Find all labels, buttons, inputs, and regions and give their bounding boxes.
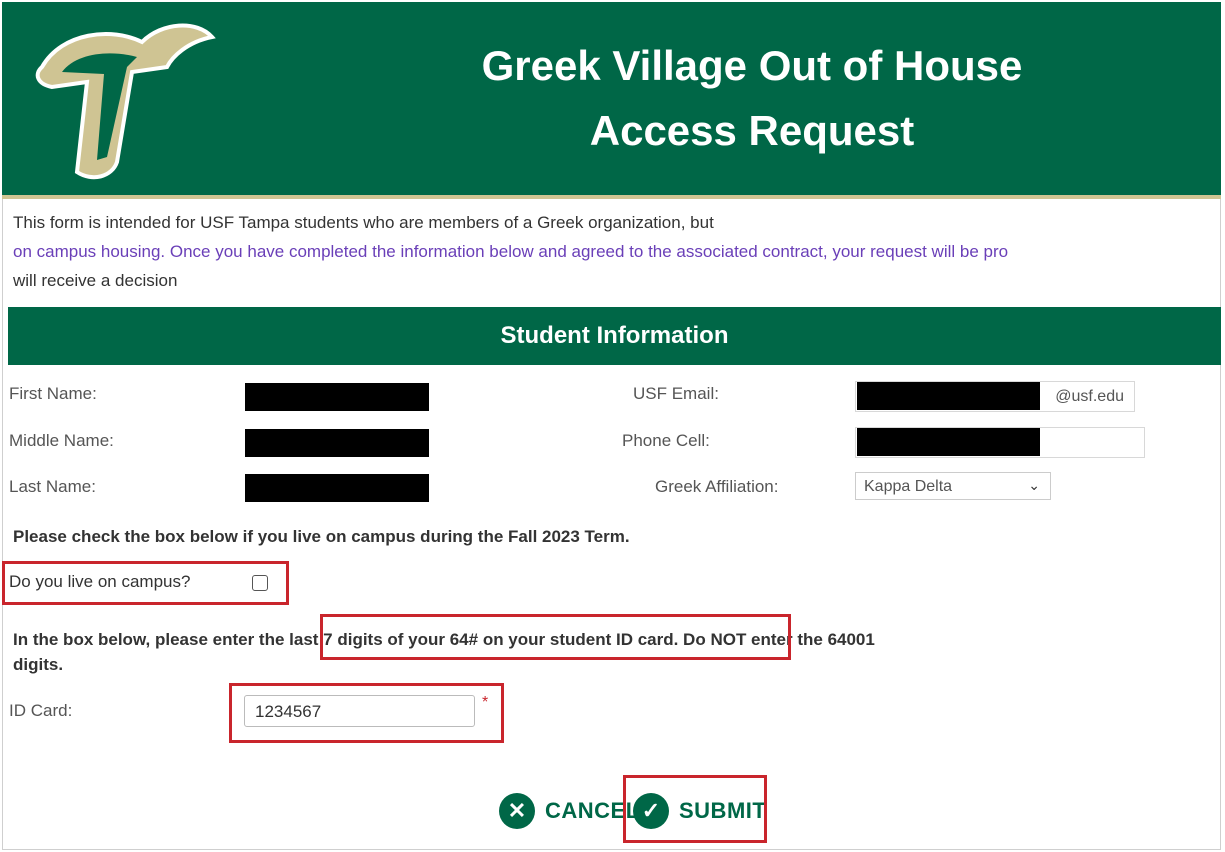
highlight-box-instructions bbox=[320, 614, 791, 660]
intro-text: This form is intended for USF Tampa stud… bbox=[13, 208, 1213, 295]
middle-name-label: Middle Name: bbox=[9, 431, 114, 450]
close-icon: ✕ bbox=[499, 793, 535, 829]
first-name-label: First Name: bbox=[9, 384, 97, 403]
header-gold-stripe bbox=[2, 195, 1221, 199]
id-card-label: ID Card: bbox=[9, 701, 73, 720]
page-header: Greek Village Out of House Access Reques… bbox=[2, 2, 1221, 195]
id-card-note-line2: digits. bbox=[13, 655, 64, 674]
phone-cell-redaction bbox=[857, 428, 1040, 456]
page-title-line1: Greek Village Out of House bbox=[481, 42, 1023, 89]
first-name-input[interactable] bbox=[245, 383, 429, 411]
highlight-box-submit bbox=[623, 775, 767, 843]
page-title-line2: Access Request bbox=[589, 107, 915, 154]
cancel-button[interactable]: ✕ CANCEL bbox=[499, 793, 640, 829]
usf-email-suffix: @usf.edu bbox=[1055, 388, 1124, 405]
live-on-campus-note-text: Please check the box below if you live o… bbox=[13, 527, 630, 546]
live-on-campus-note: Please check the box below if you live o… bbox=[13, 527, 630, 547]
greek-affiliation-label: Greek Affiliation: bbox=[655, 477, 779, 496]
usf-bull-logo bbox=[35, 23, 216, 180]
usf-email-label: USF Email: bbox=[633, 384, 719, 403]
last-name-input[interactable] bbox=[245, 474, 429, 502]
phone-cell-label: Phone Cell: bbox=[622, 431, 710, 450]
middle-name-input[interactable] bbox=[245, 429, 429, 457]
intro-line-2: on campus housing. Once you have complet… bbox=[13, 242, 1009, 261]
usf-email-redaction bbox=[857, 382, 1040, 410]
highlight-box-checkbox bbox=[2, 561, 289, 605]
highlight-box-id-card bbox=[229, 683, 504, 743]
intro-line-3: will receive a decision bbox=[13, 271, 178, 290]
section-title: Student Information bbox=[500, 322, 729, 349]
greek-affiliation-value: Kappa Delta bbox=[864, 478, 953, 495]
student-info-section-header: Student Information bbox=[8, 307, 1221, 365]
last-name-label: Last Name: bbox=[9, 477, 96, 496]
greek-affiliation-select[interactable]: Kappa Delta ⌄ bbox=[855, 472, 1051, 500]
intro-line-1: This form is intended for USF Tampa stud… bbox=[13, 213, 714, 232]
chevron-down-icon: ⌄ bbox=[1028, 477, 1040, 493]
